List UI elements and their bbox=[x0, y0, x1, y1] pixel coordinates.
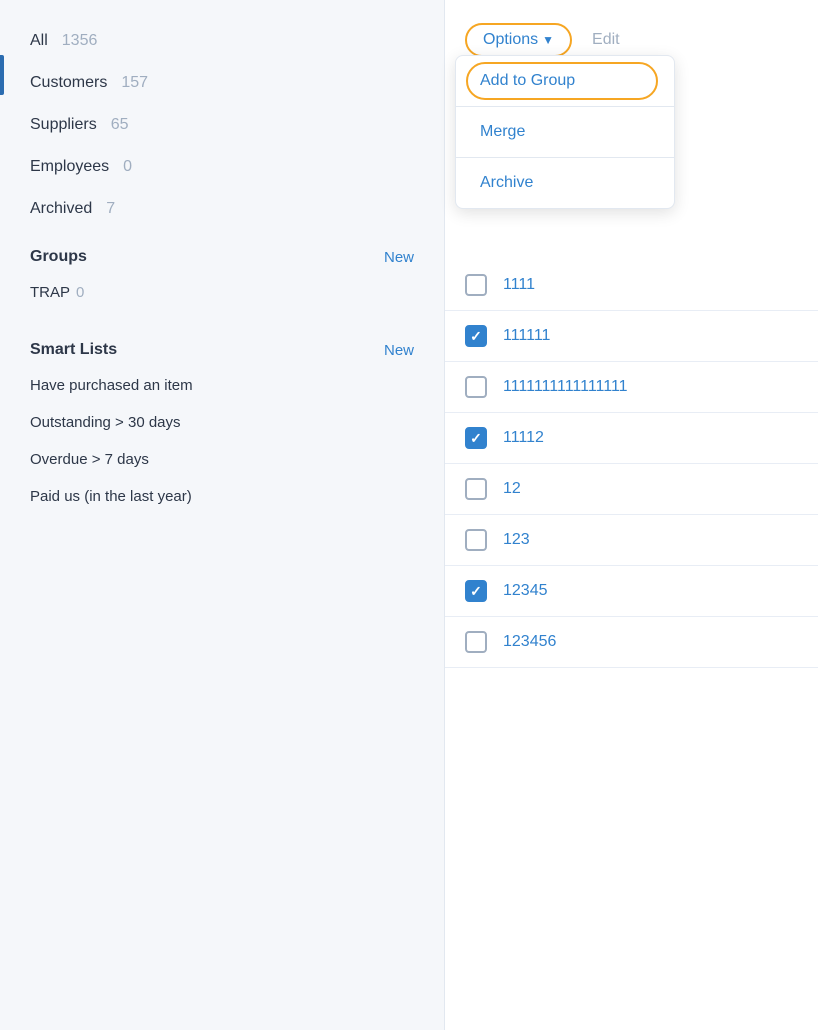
sidebar-employees-label: Employees bbox=[30, 158, 109, 176]
options-dropdown: Add to Group Merge Archive bbox=[455, 55, 675, 209]
table-row: 1111 bbox=[445, 260, 818, 311]
contact-checkbox-4[interactable] bbox=[465, 478, 487, 500]
dropdown-item-add-to-group[interactable]: Add to Group bbox=[456, 56, 674, 107]
sidebar-archived-label: Archived bbox=[30, 200, 92, 218]
table-row: 1111111111111111 bbox=[445, 362, 818, 413]
contact-checkbox-5[interactable] bbox=[465, 529, 487, 551]
contact-name-3[interactable]: 11112 bbox=[503, 429, 544, 447]
smart-list-outstanding[interactable]: Outstanding > 30 days bbox=[0, 404, 444, 441]
groups-new-button[interactable]: New bbox=[384, 249, 414, 266]
options-label: Options bbox=[483, 31, 538, 49]
table-row: 12 bbox=[445, 464, 818, 515]
sidebar-item-customers[interactable]: Customers 157 bbox=[0, 62, 444, 104]
smart-list-3-label: Paid us (in the last year) bbox=[30, 488, 192, 505]
sidebar: All 1356 Customers 157 Suppliers 65 Empl… bbox=[0, 0, 445, 1030]
table-row: 123 bbox=[445, 515, 818, 566]
dropdown-archive-label: Archive bbox=[480, 174, 533, 191]
group-trap-label: TRAP bbox=[30, 284, 70, 301]
contact-checkbox-3[interactable] bbox=[465, 427, 487, 449]
sidebar-employees-count: 0 bbox=[123, 158, 132, 176]
table-row: 11112 bbox=[445, 413, 818, 464]
contact-checkbox-1[interactable] bbox=[465, 325, 487, 347]
groups-section-header: Groups New bbox=[0, 230, 444, 274]
sidebar-item-all[interactable]: All 1356 bbox=[0, 20, 444, 62]
contact-list: 1111 111111 1111111111111111 11112 12 bbox=[445, 260, 818, 668]
smart-lists-section-header: Smart Lists New bbox=[0, 323, 444, 367]
contact-name-1[interactable]: 111111 bbox=[503, 327, 550, 345]
sidebar-item-suppliers[interactable]: Suppliers 65 bbox=[0, 104, 444, 146]
contact-checkbox-7[interactable] bbox=[465, 631, 487, 653]
sidebar-suppliers-label: Suppliers bbox=[30, 116, 97, 134]
sidebar-item-employees[interactable]: Employees 0 bbox=[0, 146, 444, 188]
main-header: Options ▼ Edit bbox=[445, 0, 818, 60]
table-row: 12345 bbox=[445, 566, 818, 617]
sidebar-group-trap[interactable]: TRAP 0 bbox=[0, 274, 444, 311]
contact-name-4[interactable]: 12 bbox=[503, 480, 521, 498]
edit-button[interactable]: Edit bbox=[592, 31, 620, 49]
smart-list-0-label: Have purchased an item bbox=[30, 377, 193, 394]
smart-list-2-label: Overdue > 7 days bbox=[30, 451, 149, 468]
contact-checkbox-0[interactable] bbox=[465, 274, 487, 296]
smart-list-have-purchased[interactable]: Have purchased an item bbox=[0, 367, 444, 404]
contact-name-2[interactable]: 1111111111111111 bbox=[503, 378, 628, 396]
contact-checkbox-2[interactable] bbox=[465, 376, 487, 398]
sidebar-archived-count: 7 bbox=[106, 200, 115, 218]
sidebar-item-archived[interactable]: Archived 7 bbox=[0, 188, 444, 230]
smart-list-paid-us[interactable]: Paid us (in the last year) bbox=[0, 478, 444, 515]
contact-checkbox-6[interactable] bbox=[465, 580, 487, 602]
dropdown-item-archive[interactable]: Archive bbox=[456, 158, 674, 208]
contact-name-6[interactable]: 12345 bbox=[503, 582, 548, 600]
sidebar-suppliers-count: 65 bbox=[111, 116, 129, 134]
chevron-down-icon: ▼ bbox=[542, 33, 554, 47]
contact-name-0[interactable]: 1111 bbox=[503, 276, 535, 294]
dropdown-item-merge[interactable]: Merge bbox=[456, 107, 674, 158]
contact-name-7[interactable]: 123456 bbox=[503, 633, 556, 651]
group-trap-count: 0 bbox=[76, 284, 84, 301]
groups-label: Groups bbox=[30, 248, 87, 266]
table-row: 123456 bbox=[445, 617, 818, 668]
smart-lists-new-button[interactable]: New bbox=[384, 342, 414, 359]
active-indicator bbox=[0, 55, 4, 95]
dropdown-merge-label: Merge bbox=[480, 123, 525, 140]
smart-list-1-label: Outstanding > 30 days bbox=[30, 414, 181, 431]
dropdown-add-to-group-label: Add to Group bbox=[480, 72, 575, 89]
options-button[interactable]: Options ▼ bbox=[465, 23, 572, 57]
contact-name-5[interactable]: 123 bbox=[503, 531, 530, 549]
smart-list-overdue[interactable]: Overdue > 7 days bbox=[0, 441, 444, 478]
smart-lists-label: Smart Lists bbox=[30, 341, 117, 359]
sidebar-customers-label: Customers bbox=[30, 74, 107, 92]
sidebar-all-label: All bbox=[30, 32, 48, 50]
main-panel: Options ▼ Edit Add to Group Merge Archiv… bbox=[445, 0, 818, 1030]
sidebar-customers-count: 157 bbox=[121, 74, 148, 92]
table-row: 111111 bbox=[445, 311, 818, 362]
sidebar-all-count: 1356 bbox=[62, 32, 98, 50]
